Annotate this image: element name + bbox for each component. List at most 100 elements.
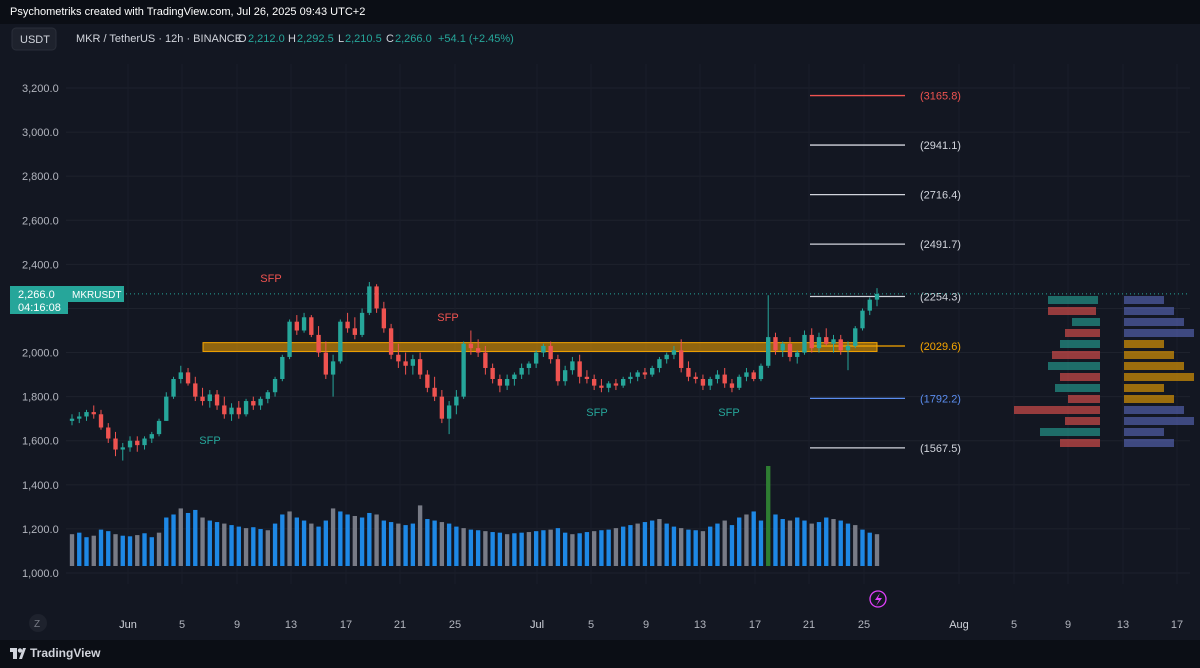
- candle-body: [613, 383, 619, 386]
- candle-body: [280, 356, 285, 379]
- candle-body: [650, 367, 655, 375]
- volume-bar: [787, 520, 793, 566]
- profile-bar: [1060, 373, 1100, 381]
- candle-body: [657, 359, 662, 368]
- candle-body: [251, 401, 256, 406]
- open-label: O: [238, 33, 247, 45]
- volume-bar: [396, 523, 401, 566]
- candle-body: [838, 339, 843, 351]
- candle-body: [77, 416, 82, 419]
- candle-body: [338, 321, 343, 362]
- sfp-label: SFP: [437, 312, 458, 324]
- candle-body: [599, 385, 604, 388]
- sfp-label: SFP: [718, 407, 739, 419]
- volume-bar: [84, 537, 89, 566]
- volume-bar: [403, 525, 408, 566]
- volume-bar: [91, 535, 96, 566]
- low-value: 2,210.5: [345, 33, 382, 45]
- volume-bar: [809, 523, 814, 566]
- volume-bar: [222, 523, 227, 566]
- profile-bar-right: [1124, 362, 1184, 370]
- candle-body: [780, 343, 785, 351]
- volume-bar: [780, 519, 785, 566]
- candle-body: [533, 352, 539, 364]
- volume-bar: [555, 528, 561, 566]
- volume-bar: [236, 526, 241, 566]
- volume-bar: [874, 534, 880, 566]
- volume-bar: [388, 522, 394, 566]
- price-chart[interactable]: 3,200.03,000.02,800.02,600.02,400.02,200…: [0, 24, 1200, 640]
- volume-bar: [642, 522, 648, 566]
- candle-body: [584, 376, 590, 379]
- candle-body: [330, 361, 336, 375]
- candle-body: [642, 372, 648, 375]
- volume-bar: [562, 532, 568, 566]
- y-tick-label: 2,000.0: [22, 348, 59, 360]
- volume-bar: [301, 520, 307, 566]
- volume-bar: [367, 512, 372, 566]
- y-tick-label: 1,200.0: [22, 524, 59, 536]
- candle-body: [483, 352, 488, 368]
- candle-body: [236, 407, 241, 415]
- candle-body: [425, 374, 430, 388]
- profile-bar-right: [1124, 373, 1194, 381]
- volume-bar: [867, 532, 872, 566]
- candle-body: [113, 438, 118, 450]
- close-label: C: [386, 33, 394, 45]
- profile-bar: [1055, 384, 1100, 392]
- high-label: H: [288, 33, 296, 45]
- candle-body: [715, 374, 720, 379]
- volume-bar: [519, 532, 524, 566]
- x-tick-label: 13: [285, 619, 297, 631]
- open-value: 2,212.0: [248, 33, 285, 45]
- candle-body: [106, 427, 111, 439]
- volume-bar: [758, 520, 764, 566]
- volume-bar: [773, 514, 778, 566]
- volume-bar: [381, 520, 387, 566]
- candle-body: [403, 361, 408, 366]
- sfp-label: SFP: [586, 407, 607, 419]
- candle-body: [301, 317, 307, 331]
- profile-bar-right: [1124, 318, 1184, 326]
- candle-body: [504, 379, 510, 386]
- candle-body: [367, 286, 372, 313]
- volume-bar: [149, 537, 154, 566]
- candle-body: [853, 328, 858, 346]
- volume-bar: [715, 523, 720, 566]
- candle-body: [766, 337, 771, 366]
- candle-body: [722, 374, 727, 384]
- candle-body: [345, 321, 350, 329]
- profile-bar-right: [1124, 395, 1174, 403]
- candle-body: [200, 396, 205, 402]
- x-tick-label: 21: [803, 619, 815, 631]
- profile-bar: [1072, 318, 1100, 326]
- volume-bar: [446, 523, 452, 566]
- low-label: L: [338, 33, 344, 45]
- candle-body: [207, 394, 212, 402]
- price-tag-countdown: 04:16:08: [18, 302, 61, 314]
- volume-bar: [860, 529, 865, 566]
- currency-button-label: USDT: [20, 34, 50, 46]
- candle-body: [214, 394, 220, 406]
- volume-bar: [338, 511, 343, 566]
- volume-bar: [671, 526, 677, 566]
- volume-bar: [243, 528, 249, 566]
- volume-bar: [200, 517, 205, 566]
- candle-body: [149, 434, 154, 439]
- candle-body: [432, 387, 437, 397]
- candle-body: [309, 317, 314, 335]
- profile-bar-right: [1124, 384, 1164, 392]
- volume-bar: [374, 514, 379, 566]
- candle-body: [352, 328, 358, 335]
- level-label: (2491.7): [920, 239, 961, 251]
- candle-body: [287, 321, 292, 357]
- y-tick-label: 2,400.0: [22, 259, 59, 271]
- candle-body: [396, 354, 401, 362]
- candle-body: [98, 414, 104, 428]
- symbol-title[interactable]: MKR / TetherUS · 12h · BINANCE: [76, 33, 242, 45]
- volume-bar: [207, 520, 212, 566]
- volume-bar: [251, 527, 256, 566]
- profile-bar: [1040, 428, 1100, 436]
- y-tick-label: 3,200.0: [22, 83, 59, 95]
- candle-body: [374, 286, 379, 309]
